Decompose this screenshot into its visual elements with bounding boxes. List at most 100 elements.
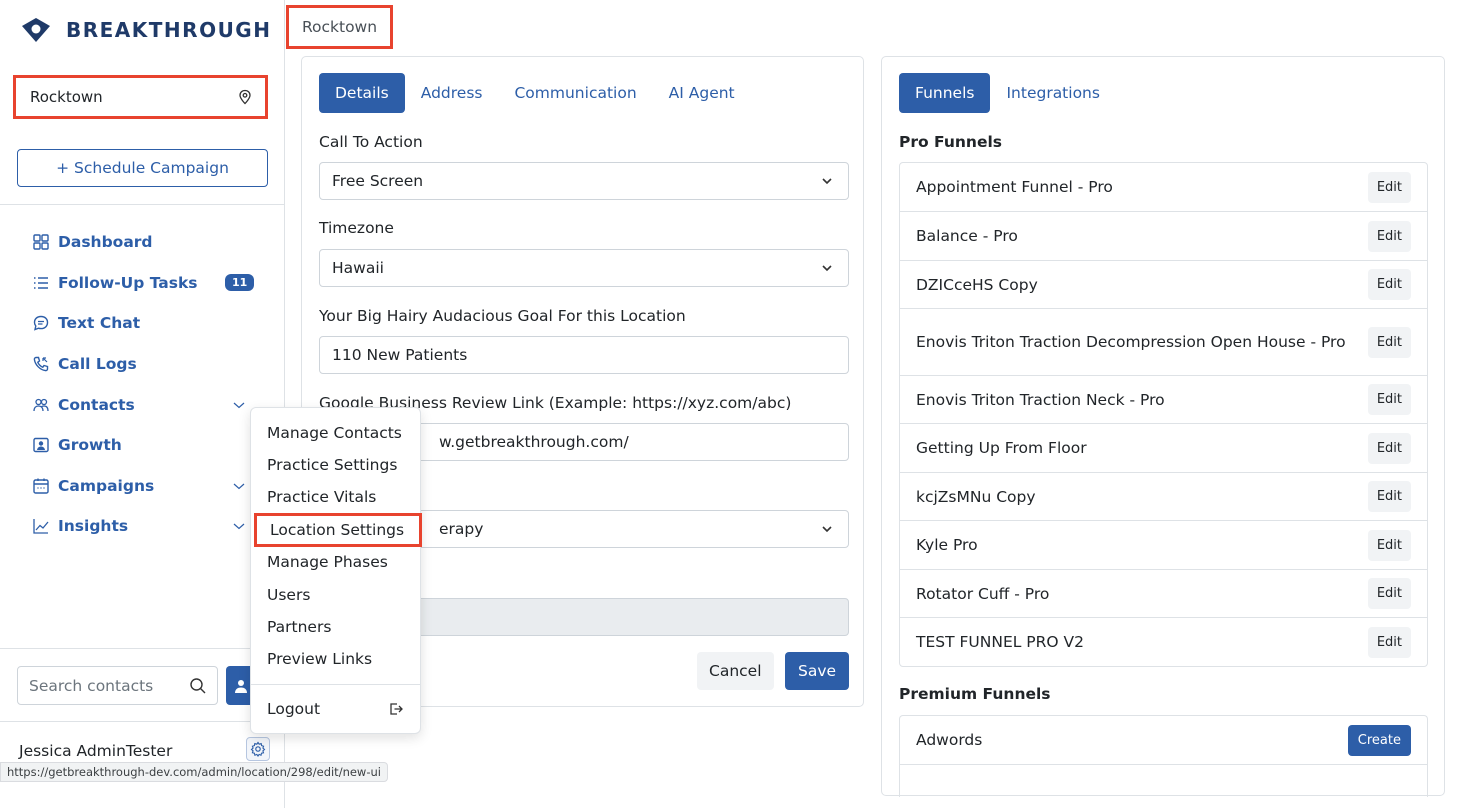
growth-icon: [33, 438, 49, 453]
cancel-button[interactable]: Cancel: [697, 652, 774, 690]
menu-item-preview-links[interactable]: Preview Links: [251, 643, 420, 675]
sidebar-item-campaigns[interactable]: Campaigns: [32, 466, 262, 507]
funnel-name: Enovis Triton Traction Decompression Ope…: [916, 333, 1346, 351]
menu-item-logout[interactable]: Logout: [251, 693, 420, 725]
sidebar-nav: Dashboard Follow-Up Tasks 11 Text Chat C…: [32, 222, 262, 547]
browser-status-url: https://getbreakthrough-dev.com/admin/lo…: [0, 762, 388, 782]
funnels-card: Funnels Integrations Pro Funnels Appoint…: [881, 56, 1445, 798]
breadcrumb-current: Rocktown: [301, 18, 378, 36]
sidebar-item-label: Call Logs: [58, 355, 137, 374]
edit-button[interactable]: Edit: [1367, 269, 1411, 300]
sidebar-item-dashboard[interactable]: Dashboard: [32, 222, 262, 263]
sidebar-divider: [0, 204, 284, 205]
sidebar: BREAKTHROUGH Rocktown + Schedule Campaig…: [0, 0, 285, 808]
edit-button[interactable]: Edit: [1367, 578, 1411, 609]
list-item: Enovis Triton Traction Decompression Ope…: [900, 308, 1427, 375]
edit-button[interactable]: Edit: [1367, 432, 1411, 464]
funnel-name: Rotator Cuff - Pro: [916, 584, 1050, 603]
funnel-name: Kyle Pro: [916, 536, 978, 554]
call-to-action-select[interactable]: Free Screen: [319, 162, 849, 200]
edit-button[interactable]: Edit: [1367, 626, 1411, 658]
edit-button[interactable]: Edit: [1367, 384, 1411, 415]
funnel-name: Adwords: [916, 731, 983, 749]
tab-details[interactable]: Details: [319, 73, 405, 113]
list-item: Getting Up From Floor Edit: [900, 423, 1427, 472]
list-item: TEST FUNNEL PRO V2 Edit: [900, 617, 1427, 666]
tab-integrations[interactable]: Integrations: [990, 73, 1115, 113]
goal-input[interactable]: 110 New Patients: [319, 336, 849, 374]
save-button[interactable]: Save: [785, 652, 850, 690]
current-user-name: Jessica AdminTester: [19, 742, 173, 760]
chevron-down-icon: [233, 524, 245, 530]
list-item: kcjZsMNu Copy Edit: [900, 472, 1427, 520]
tab-funnels[interactable]: Funnels: [899, 73, 991, 113]
sidebar-item-label: Contacts: [58, 395, 135, 414]
menu-item-practice-vitals[interactable]: Practice Vitals: [251, 481, 420, 513]
list-item: Adwords Create: [900, 716, 1427, 764]
chevron-down-icon: [822, 526, 832, 533]
edit-button[interactable]: Edit: [1367, 171, 1411, 203]
sidebar-item-insights[interactable]: Insights: [32, 506, 262, 547]
chevron-down-icon: [822, 178, 832, 185]
menu-item-manage-phases[interactable]: Manage Phases: [251, 546, 420, 578]
list-item: Appointment Funnel - Pro Edit: [900, 163, 1427, 211]
tab-communication[interactable]: Communication: [498, 73, 652, 113]
settings-dropdown-menu: Manage Contacts Practice Settings Practi…: [250, 407, 422, 734]
sidebar-item-growth[interactable]: Growth: [32, 425, 262, 466]
breakthrough-logo-icon: [22, 18, 50, 42]
menu-item-users[interactable]: Users: [251, 579, 420, 611]
phone-icon: [33, 356, 49, 372]
funnel-name: kcjZsMNu Copy: [916, 487, 1036, 506]
dashboard-icon: [33, 234, 49, 250]
menu-item-manage-contacts[interactable]: Manage Contacts: [251, 417, 420, 449]
edit-button[interactable]: Edit: [1367, 529, 1411, 561]
location-selector-label: Rocktown: [30, 88, 103, 106]
chat-icon: [33, 316, 49, 332]
list-item: Kyle Pro Edit: [900, 520, 1427, 569]
timezone-label: Timezone: [319, 219, 394, 237]
practice-type-value: erapy: [439, 520, 484, 538]
sidebar-item-call-logs[interactable]: Call Logs: [32, 344, 262, 385]
funnel-name: Balance - Pro: [916, 227, 1018, 245]
brand-logo[interactable]: BREAKTHROUGH: [20, 14, 271, 46]
premium-funnels-title: Premium Funnels: [899, 685, 1051, 703]
edit-button[interactable]: Edit: [1367, 220, 1411, 252]
schedule-campaign-button[interactable]: + Schedule Campaign: [17, 149, 268, 187]
sidebar-item-text-chat[interactable]: Text Chat: [32, 303, 262, 344]
search-icon[interactable]: [189, 677, 207, 695]
sidebar-item-label: Follow-Up Tasks: [58, 273, 198, 292]
sidebar-item-label: Text Chat: [58, 314, 141, 333]
sidebar-item-contacts[interactable]: Contacts: [32, 384, 262, 425]
user-settings-button[interactable]: [246, 737, 270, 761]
sidebar-divider: [0, 721, 284, 722]
timezone-select[interactable]: Hawaii: [319, 249, 849, 287]
funnel-name: Appointment Funnel - Pro: [916, 178, 1113, 196]
timezone-value: Hawaii: [332, 259, 384, 277]
list-item: [900, 764, 1427, 798]
menu-item-practice-settings[interactable]: Practice Settings: [251, 449, 420, 481]
edit-button[interactable]: Edit: [1367, 481, 1411, 512]
search-contacts-field[interactable]: [17, 666, 218, 705]
menu-item-partners[interactable]: Partners: [251, 611, 420, 643]
funnels-tabs: Funnels Integrations: [899, 73, 1116, 113]
create-button[interactable]: Create: [1347, 724, 1411, 756]
list-item: DZICceHS Copy Edit: [900, 260, 1427, 308]
location-selector[interactable]: Rocktown: [13, 75, 268, 119]
tab-ai-agent[interactable]: AI Agent: [653, 73, 751, 113]
menu-item-location-settings[interactable]: Location Settings: [254, 513, 422, 547]
logout-label: Logout: [267, 700, 321, 718]
funnel-name: DZICceHS Copy: [916, 275, 1038, 294]
search-contacts-input[interactable]: [29, 676, 179, 695]
sidebar-item-label: Dashboard: [58, 233, 153, 252]
edit-button[interactable]: Edit: [1367, 326, 1411, 358]
funnel-name: TEST FUNNEL PRO V2: [916, 633, 1085, 651]
gear-icon: [250, 741, 266, 757]
chevron-down-icon: [822, 265, 832, 272]
sidebar-divider: [0, 648, 284, 649]
sidebar-item-label: Growth: [58, 436, 122, 455]
sidebar-item-follow-up-tasks[interactable]: Follow-Up Tasks 11: [32, 263, 262, 304]
list-item: Enovis Triton Traction Neck - Pro Edit: [900, 375, 1427, 423]
funnel-name: Enovis Triton Traction Neck - Pro: [916, 390, 1165, 409]
tab-address[interactable]: Address: [405, 73, 499, 113]
logout-icon: [390, 703, 403, 715]
